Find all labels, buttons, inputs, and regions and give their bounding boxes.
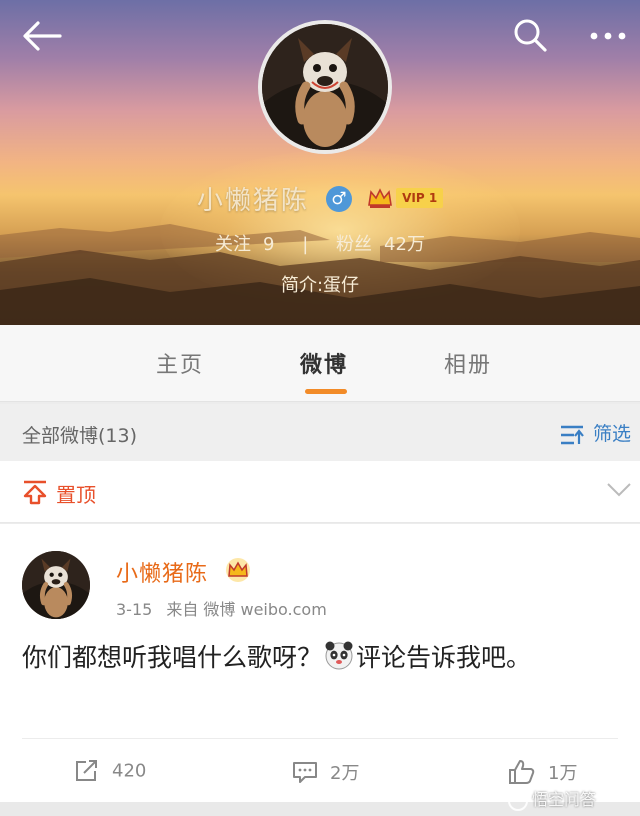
following-count: 9 [263, 234, 275, 255]
repost-icon [76, 760, 97, 781]
vip-level-label: VIP 1 [396, 187, 444, 208]
profile-avatar[interactable] [258, 20, 392, 154]
male-gender-icon: ♂ [325, 185, 352, 212]
profile-header: 小懒猪陈 ♂ VIP 1 关注 9 | 粉丝 42万 简介:蛋仔 [0, 0, 640, 325]
filter-label: 筛选 [593, 423, 632, 445]
repost-count: 420 [112, 760, 147, 782]
active-tab-indicator [305, 389, 347, 394]
dog-avatar-image [262, 24, 388, 150]
comment-count: 2万 [330, 763, 360, 784]
post-text: 你们都想听我唱什么歌呀？ 评论告诉我吧。 [22, 636, 622, 679]
nickname-row: 小懒猪陈 ♂ VIP 1 [0, 180, 640, 220]
followers-label: 粉丝 [336, 234, 373, 255]
filter-button[interactable]: 筛选 [560, 419, 631, 447]
post-source: 来自 微博 weibo.com [166, 600, 327, 619]
watermark-logo-icon [508, 790, 528, 811]
like-button[interactable]: 1万 [508, 759, 577, 785]
follow-stats: 关注 9 | 粉丝 42万 [0, 230, 640, 256]
more-button[interactable] [584, 20, 632, 50]
watermark: 悟空问答 [508, 786, 596, 811]
post-text-part1: 你们都想听我唱什么歌呀？ [22, 643, 323, 672]
back-button[interactable] [20, 18, 64, 54]
filter-bar: 全部微博(13) 筛选 [0, 404, 640, 461]
post-author-name[interactable]: 小懒猪陈 [116, 556, 208, 588]
post-text-part2: 评论告诉我吧。 [356, 643, 532, 672]
comment-button[interactable]: 2万 [292, 759, 359, 785]
post-card[interactable]: 小懒猪陈 3-15 来自 微博 weibo.com 你们都想听我唱什么歌呀？ 评论… [0, 524, 640, 802]
thumbs-up-icon [509, 760, 535, 784]
crown-icon [368, 187, 392, 208]
following-label: 关注 [215, 234, 252, 255]
chevron-down-icon[interactable] [606, 481, 632, 499]
panda-emoji-icon [325, 641, 353, 670]
more-dots-icon [590, 32, 626, 40]
search-button[interactable] [510, 16, 550, 56]
dog-avatar-image [22, 551, 90, 619]
pinned-section[interactable]: 置顶 [0, 461, 640, 523]
tab-weibo[interactable]: 微博 [300, 347, 348, 379]
profile-nickname: 小懒猪陈 [196, 186, 309, 216]
post-divider [22, 738, 618, 739]
tab-album[interactable]: 相册 [444, 347, 492, 379]
pinned-label: 置顶 [56, 483, 96, 507]
profile-tabs: 主页 微博 相册 [0, 325, 640, 402]
all-posts-count: 全部微博(13) [22, 425, 138, 447]
followers-count: 42万 [384, 234, 425, 255]
back-arrow-icon [23, 21, 62, 51]
vip-badge[interactable]: VIP 1 [367, 187, 444, 211]
like-count: 1万 [548, 763, 578, 784]
pin-top-icon [23, 480, 47, 505]
post-date: 3-15 [116, 600, 153, 619]
repost-button[interactable]: 420 [74, 759, 146, 785]
profile-bio: 简介:蛋仔 [280, 275, 360, 296]
watermark-text: 悟空问答 [532, 790, 597, 809]
search-icon [514, 19, 547, 52]
tab-home[interactable]: 主页 [156, 347, 204, 379]
post-author-avatar[interactable] [22, 551, 90, 619]
followers-stat[interactable]: 粉丝 42万 [336, 234, 425, 255]
filter-icon [561, 425, 584, 444]
following-stat[interactable]: 关注 9 [215, 234, 274, 255]
comment-icon [293, 762, 317, 783]
stats-separator: | [302, 234, 309, 255]
post-meta: 3-15 来自 微博 weibo.com [116, 596, 327, 620]
vip-crown-icon [226, 558, 250, 582]
